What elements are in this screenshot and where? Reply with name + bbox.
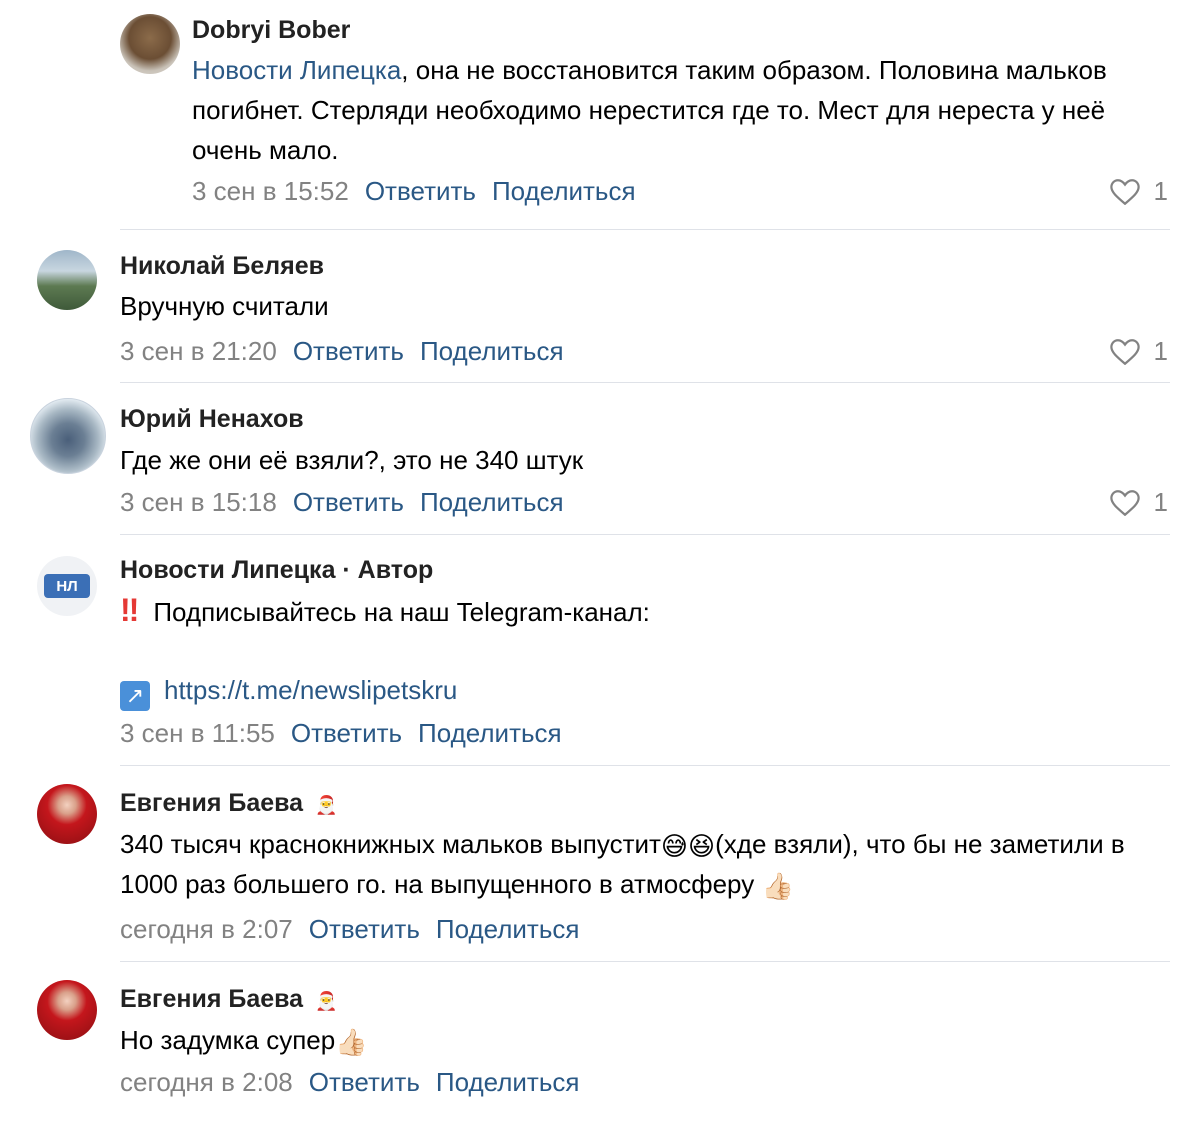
share-button[interactable]: Поделиться <box>436 914 580 944</box>
divider <box>120 382 1170 383</box>
like-button[interactable]: 1 <box>1109 487 1168 518</box>
divider <box>120 229 1170 230</box>
divider <box>120 765 1170 766</box>
comment-text: Вручную считали <box>120 291 329 321</box>
heart-icon <box>1109 338 1140 365</box>
thumbs-up-icon: 👍🏻 <box>761 871 794 901</box>
thumbs-up-icon: 👍🏻 <box>335 1027 368 1057</box>
reply-button[interactable]: Ответить <box>365 176 476 206</box>
heart-icon <box>1109 489 1140 516</box>
santa-icon: 🎅 <box>315 795 338 815</box>
share-button[interactable]: Поделиться <box>420 487 564 517</box>
avatar[interactable] <box>37 980 97 1040</box>
comment-time[interactable]: 3 сен в 15:52 <box>192 176 349 206</box>
comment-text: Новости Липецка, она не восстановится та… <box>192 50 1162 170</box>
comment-body: Но задумка супер <box>120 1025 336 1055</box>
comment-author[interactable]: Евгения Баева 🎅 <box>120 985 338 1014</box>
reply-button[interactable]: Ответить <box>291 718 402 748</box>
share-button[interactable]: Поделиться <box>420 336 564 366</box>
author-name: Евгения Баева <box>120 985 304 1013</box>
avatar[interactable] <box>30 398 106 474</box>
like-count: 1 <box>1153 487 1168 517</box>
reply-button[interactable]: Ответить <box>293 487 404 517</box>
comment-body-start: 340 тысяч краснокнижных мальков выпустит <box>120 829 661 859</box>
comment-meta: сегодня в 2:07 Ответить Поделиться <box>120 914 595 945</box>
comment-body: Подписывайтесь на наш Telegram-канал: <box>153 597 650 627</box>
telegram-link[interactable]: https://t.me/newslipetskru <box>164 675 457 705</box>
comment-text: 340 тысяч краснокнижных мальков выпустит… <box>120 824 1150 904</box>
santa-icon: 🎅 <box>315 991 338 1011</box>
comment-time[interactable]: сегодня в 2:07 <box>120 914 293 944</box>
share-button[interactable]: Поделиться <box>418 718 562 748</box>
comment-time[interactable]: 3 сен в 21:20 <box>120 336 277 366</box>
divider <box>120 961 1170 962</box>
like-button[interactable]: 1 <box>1109 336 1168 367</box>
share-button[interactable]: Поделиться <box>492 176 636 206</box>
like-count: 1 <box>1153 176 1168 206</box>
comment-time[interactable]: 3 сен в 11:55 <box>120 718 275 748</box>
comment-author[interactable]: Николай Беляев <box>120 252 324 281</box>
comment-time[interactable]: сегодня в 2:08 <box>120 1067 293 1097</box>
link-arrow-icon: ↗ <box>120 681 150 711</box>
reply-to-link[interactable]: Новости Липецка <box>192 55 401 85</box>
laughing-icon: 😆 <box>688 831 716 861</box>
share-button[interactable]: Поделиться <box>436 1067 580 1097</box>
reply-button[interactable]: Ответить <box>293 336 404 366</box>
comment-link-line: ↗ https://t.me/newslipetskru <box>120 670 1120 711</box>
comment-meta: 3 сен в 21:20 Ответить Поделиться <box>120 336 580 367</box>
sweat-smile-icon: 😅 <box>660 831 689 861</box>
divider <box>120 534 1170 535</box>
avatar[interactable] <box>37 250 97 310</box>
comment-author[interactable]: Евгения Баева 🎅 <box>120 789 338 818</box>
heart-icon <box>1109 178 1140 205</box>
comment-meta: сегодня в 2:08 Ответить Поделиться <box>120 1067 595 1098</box>
comment-text: Но задумка супер👍🏻 <box>120 1020 1120 1060</box>
comment-text: ‼ Подписывайтесь на наш Telegram-канал: <box>120 590 1120 632</box>
comment-meta: 3 сен в 15:52 Ответить Поделиться <box>192 176 652 207</box>
avatar[interactable] <box>37 784 97 844</box>
reply-button[interactable]: Ответить <box>309 1067 420 1097</box>
comment-time[interactable]: 3 сен в 15:18 <box>120 487 277 517</box>
author-name: Евгения Баева <box>120 789 304 817</box>
like-button[interactable]: 1 <box>1109 176 1168 207</box>
double-exclamation-icon: ‼ <box>120 592 140 628</box>
comment-meta: 3 сен в 11:55 Ответить Поделиться <box>120 718 578 749</box>
comment-author[interactable]: Юрий Ненахов <box>120 405 304 434</box>
comment-meta: 3 сен в 15:18 Ответить Поделиться <box>120 487 580 518</box>
reply-button[interactable]: Ответить <box>309 914 420 944</box>
avatar[interactable]: НЛ <box>37 556 97 616</box>
news-logo-badge: НЛ <box>44 574 90 598</box>
comment-author[interactable]: Dobryi Bober <box>192 16 350 45</box>
comment-author[interactable]: Новости Липецка · Автор <box>120 556 433 585</box>
like-count: 1 <box>1153 336 1168 366</box>
avatar[interactable] <box>120 14 180 74</box>
comment-text: Где же они её взяли?, это не 340 штук <box>120 445 584 475</box>
